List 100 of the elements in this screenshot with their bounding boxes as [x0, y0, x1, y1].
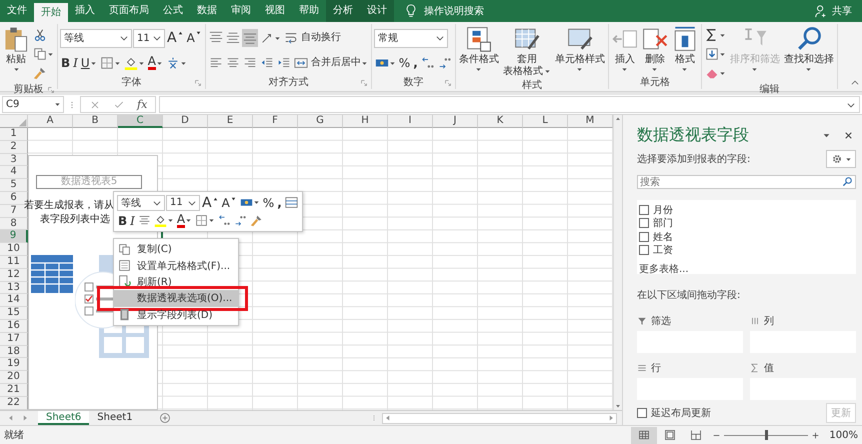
ribbon-tab[interactable]: 审阅 — [224, 0, 258, 22]
menu-item[interactable]: 设置单元格格式(F)... — [114, 257, 238, 274]
menu-item[interactable]: 刷新(R) — [114, 274, 238, 290]
comma-button[interactable]: , — [276, 194, 283, 210]
grow-font-button[interactable]: A — [201, 194, 220, 210]
column-header[interactable]: F — [253, 115, 298, 128]
field-checkbox[interactable] — [639, 218, 649, 228]
row-header[interactable]: 13 — [0, 282, 28, 294]
dialog-launcher-button[interactable] — [46, 85, 55, 94]
comma-button[interactable]: , — [412, 54, 419, 72]
row-header[interactable]: 8 — [0, 218, 28, 230]
insert-button[interactable]: 插入 — [610, 26, 639, 73]
cancel-button[interactable] — [89, 98, 101, 110]
find-select-button[interactable]: 查找和选择 — [782, 26, 835, 73]
delete-button[interactable]: 删除 — [640, 26, 669, 73]
column-header[interactable]: B — [73, 115, 118, 128]
percent-button[interactable]: % — [398, 54, 412, 72]
row-header[interactable]: 4 — [0, 166, 28, 180]
ribbon-tab[interactable]: 分析 — [326, 0, 360, 22]
column-header[interactable]: E — [208, 115, 253, 128]
normal-view-button[interactable] — [631, 426, 658, 444]
italic-button[interactable]: I — [72, 54, 79, 72]
row-header[interactable]: 18 — [0, 346, 28, 358]
ribbon-tab[interactable]: 文件 — [0, 0, 34, 22]
underline-button[interactable]: U — [80, 54, 98, 72]
field-checkbox[interactable] — [639, 232, 649, 242]
bold-button[interactable]: B — [60, 54, 72, 72]
align-bottom-button[interactable] — [242, 29, 258, 47]
ribbon-tab[interactable]: 公式 — [156, 0, 190, 22]
font-size-field[interactable]: 11 — [166, 194, 200, 210]
row-header[interactable]: 22 — [0, 396, 28, 410]
column-header[interactable]: A — [28, 115, 73, 128]
field-checkbox[interactable] — [639, 204, 649, 215]
wrap-text-button[interactable]: 自动换行 — [282, 29, 342, 47]
row-header[interactable]: 14 — [0, 294, 28, 308]
font-color-button[interactable]: A — [146, 54, 164, 72]
column-header[interactable]: G — [298, 115, 343, 128]
column-header[interactable]: H — [343, 115, 388, 128]
tools-button[interactable] — [826, 150, 856, 168]
shrink-font-button[interactable]: A — [186, 29, 203, 47]
row-header[interactable]: 17 — [0, 332, 28, 346]
column-header[interactable]: C — [118, 115, 163, 128]
row-header[interactable]: 19 — [0, 358, 28, 372]
column-header[interactable]: M — [568, 115, 613, 128]
vertical-scrollbar[interactable] — [613, 115, 622, 410]
font-size-field[interactable]: 11 — [133, 28, 165, 48]
zoom-thumb[interactable] — [765, 430, 768, 440]
formula-input[interactable] — [159, 96, 860, 113]
row-header[interactable]: 12 — [0, 268, 28, 282]
format-button[interactable]: 格式 — [670, 26, 699, 73]
conditional-format-button[interactable]: 条件格式 — [458, 26, 500, 73]
row-header[interactable]: 20 — [0, 371, 28, 384]
bold-button[interactable]: B — [117, 212, 128, 228]
menu-item[interactable]: 显示字段列表(D) — [114, 306, 238, 323]
autosum-button[interactable] — [704, 26, 727, 44]
sheet-tab[interactable]: Sheet6 — [38, 411, 90, 425]
italic-button[interactable]: I — [129, 212, 136, 228]
shrink-font-button[interactable]: A — [220, 194, 238, 210]
name-box[interactable]: C9 — [2, 96, 64, 113]
insert-function-button[interactable]: fx — [137, 98, 148, 111]
ribbon-tab[interactable]: 帮助 — [292, 0, 326, 22]
more-tables-link[interactable]: 更多表格... — [639, 262, 854, 276]
borders-button[interactable] — [194, 212, 216, 228]
ribbon-tab[interactable]: 数据 — [190, 0, 224, 22]
grow-font-button[interactable]: A — [166, 29, 185, 47]
number-format-field[interactable]: 常规 — [374, 28, 448, 48]
row-header[interactable]: 16 — [0, 320, 28, 333]
ribbon-tab[interactable]: 设计 — [360, 0, 394, 22]
font-name-field[interactable]: 等线 — [60, 28, 132, 48]
defer-checkbox[interactable] — [637, 408, 647, 418]
row-header[interactable]: 1 — [0, 128, 28, 141]
menu-item[interactable]: 复制(C) — [114, 241, 238, 258]
merge-center-button[interactable]: 合并后居中 — [292, 54, 369, 72]
row-header[interactable]: 9 — [0, 230, 28, 244]
format-as-table-button[interactable]: 套用 表格格式 — [502, 26, 552, 78]
font-name-field[interactable]: 等线 — [117, 194, 165, 210]
zoom-in-button[interactable] — [811, 430, 820, 440]
column-header[interactable]: D — [163, 115, 208, 128]
row-header[interactable]: 5 — [0, 179, 28, 192]
font-color-button[interactable]: A — [176, 212, 194, 228]
tell-me-search[interactable]: 操作说明搜索 — [394, 0, 494, 22]
share-button[interactable]: 共享 — [804, 0, 862, 22]
row-header[interactable]: 11 — [0, 256, 28, 269]
ribbon-tab[interactable]: 插入 — [68, 0, 102, 22]
horizontal-scrollbar[interactable] — [382, 412, 617, 424]
cell-styles-button[interactable]: 单元格样式 — [554, 26, 606, 73]
column-header[interactable]: J — [433, 115, 478, 128]
ribbon-tab[interactable]: 页面布局 — [102, 0, 156, 22]
percent-button[interactable]: % — [262, 194, 276, 210]
column-header[interactable]: I — [388, 115, 433, 128]
new-sheet-button[interactable] — [158, 412, 171, 424]
column-header[interactable]: L — [523, 115, 568, 128]
sheet-tab[interactable]: Sheet1 — [89, 411, 141, 425]
field-checkbox[interactable] — [639, 245, 649, 256]
paste-button[interactable]: 粘贴 — [2, 26, 30, 73]
column-header[interactable]: K — [478, 115, 523, 128]
ribbon-tab[interactable]: 开始 — [34, 3, 68, 22]
format-table-button[interactable] — [284, 194, 299, 210]
row-header[interactable]: 2 — [0, 140, 28, 154]
row-header[interactable]: 3 — [0, 154, 28, 166]
